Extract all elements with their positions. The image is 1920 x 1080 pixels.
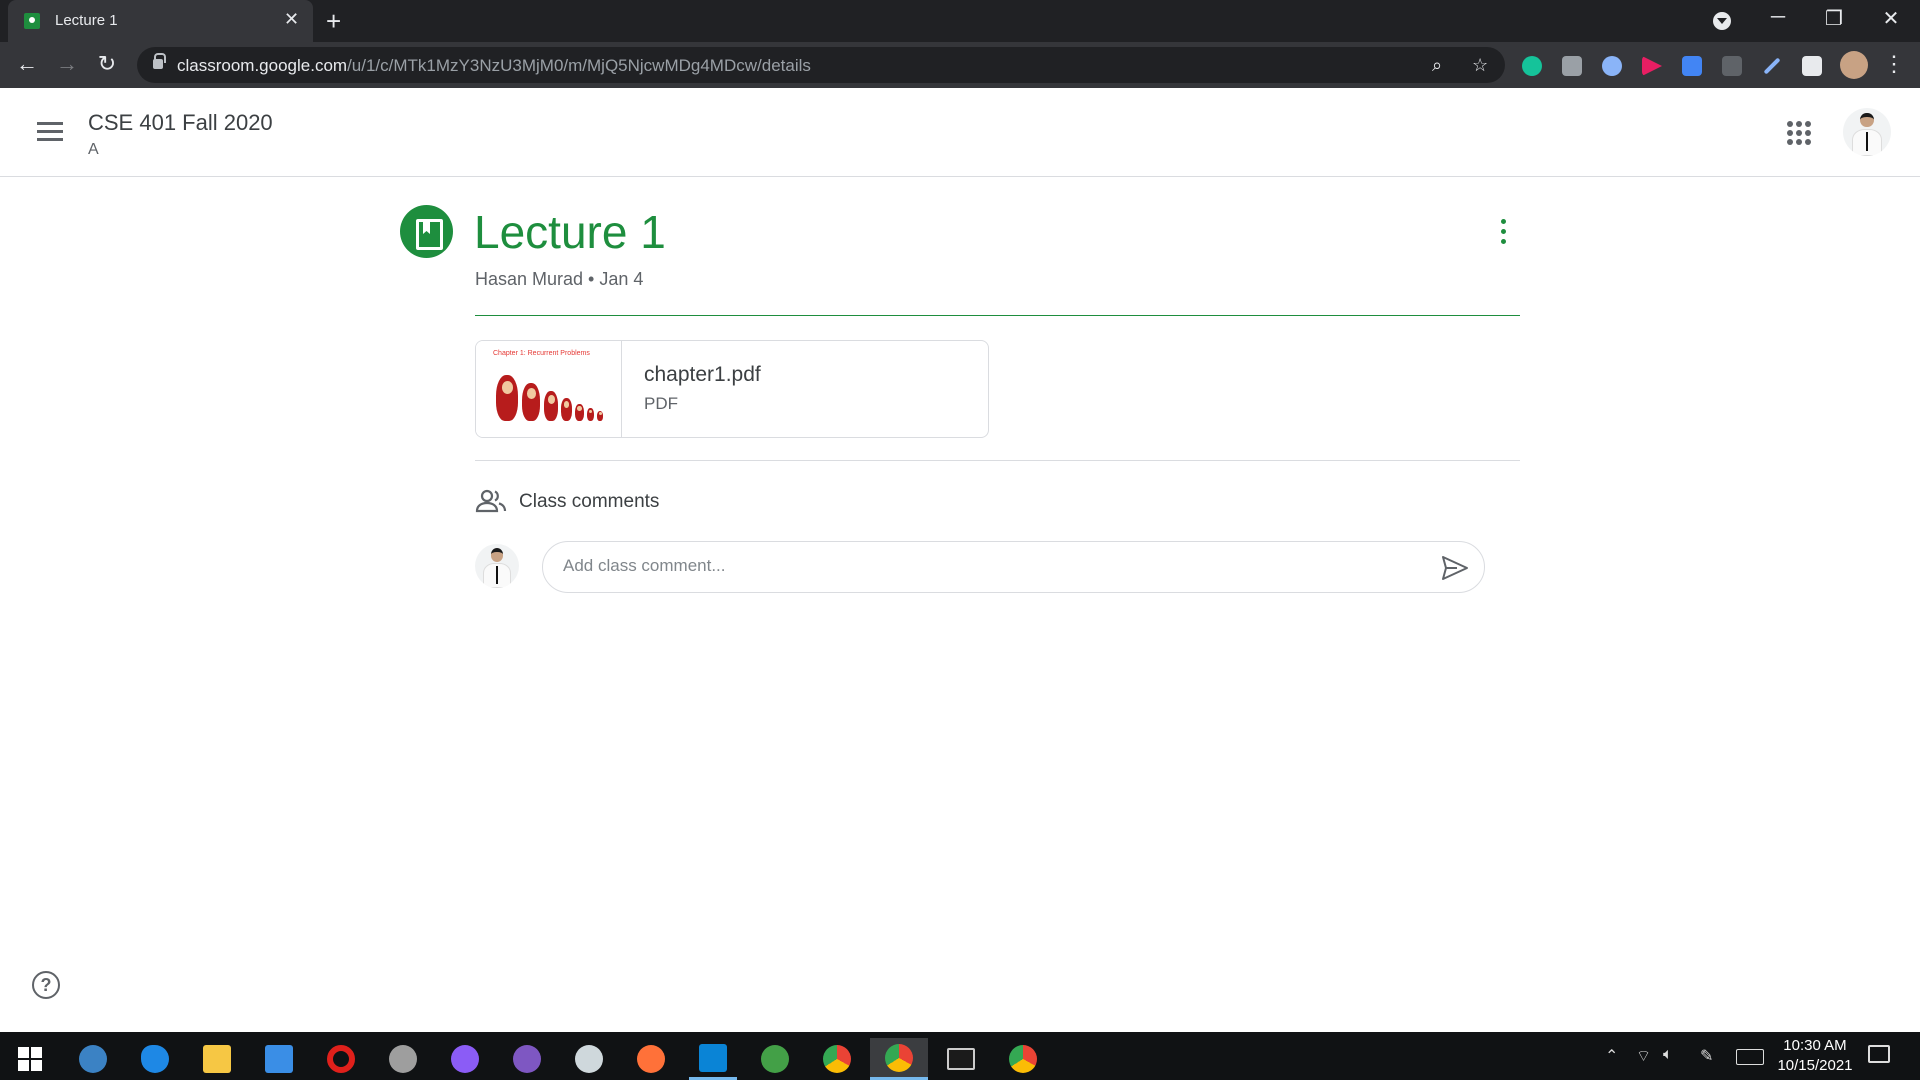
zoom-icon[interactable]: ⌕ <box>1432 55 1442 76</box>
chrome-menu-icon[interactable]: ⋮ <box>1880 51 1908 77</box>
reload-button[interactable]: ↻ <box>93 51 121 77</box>
help-icon[interactable]: ? <box>32 971 60 999</box>
app-icon[interactable] <box>379 1038 427 1080</box>
pen-extension-icon[interactable] <box>1763 57 1781 75</box>
account-avatar[interactable] <box>1843 108 1891 156</box>
classroom-header: CSE 401 Fall 2020 A <box>0 88 1920 177</box>
new-tab-button[interactable]: + <box>326 6 341 37</box>
chrome-icon[interactable] <box>813 1038 861 1080</box>
address-bar[interactable]: classroom.google.com/u/1/c/MTk1MzY3NzU3M… <box>137 47 1505 83</box>
doll-image <box>544 391 558 421</box>
browser-tabbar: Lecture 1 ✕ + ─ ❐ ✕ <box>0 0 1920 42</box>
qbittorrent-icon[interactable] <box>69 1038 117 1080</box>
doll-image <box>522 383 540 421</box>
attachment-type: PDF <box>644 394 678 413</box>
extension-icon[interactable] <box>1722 56 1742 76</box>
url-text[interactable]: classroom.google.com/u/1/c/MTk1MzY3NzU3M… <box>177 56 811 76</box>
show-hidden-icons-icon[interactable]: ⌃ <box>1605 1046 1618 1066</box>
doll-image <box>575 404 584 421</box>
chrome-icon[interactable] <box>870 1038 928 1080</box>
material-book-icon <box>400 205 453 258</box>
thumbnail-caption: Chapter 1: Recurrent Problems <box>493 350 590 357</box>
app-icon[interactable] <box>565 1038 613 1080</box>
edge-icon[interactable] <box>131 1038 179 1080</box>
minimize-button[interactable]: ─ <box>1758 6 1798 29</box>
tab-close-icon[interactable]: ✕ <box>284 9 299 30</box>
chrome-icon[interactable] <box>999 1038 1047 1080</box>
mail-icon[interactable] <box>255 1038 303 1080</box>
github-icon[interactable] <box>503 1038 551 1080</box>
extension-icon[interactable] <box>1602 56 1622 76</box>
pen-icon[interactable]: ✎ <box>1700 1046 1713 1066</box>
play-extension-icon[interactable] <box>1642 56 1662 76</box>
attachment-card[interactable]: Chapter 1: Recurrent Problems chapter1.p… <box>475 340 989 438</box>
attachment-thumbnail: Chapter 1: Recurrent Problems <box>476 341 622 437</box>
network-icon[interactable]: ⌔ <box>1636 1046 1651 1066</box>
comments-divider <box>475 460 1520 461</box>
windows-start-icon[interactable] <box>6 1038 54 1080</box>
vscode-icon[interactable] <box>689 1038 737 1080</box>
user-avatar <box>475 544 519 588</box>
class-title[interactable]: CSE 401 Fall 2020 <box>88 110 273 136</box>
app-icon[interactable] <box>751 1038 799 1080</box>
doll-image <box>587 408 594 421</box>
opera-icon[interactable] <box>317 1038 365 1080</box>
file-explorer-icon[interactable] <box>193 1038 241 1080</box>
notifications-icon[interactable] <box>1868 1045 1890 1063</box>
extensions-puzzle-icon[interactable] <box>1802 56 1822 76</box>
restore-button[interactable]: ❐ <box>1814 6 1854 31</box>
doll-image <box>597 411 603 421</box>
taskbar-clock[interactable]: 10:30 AM 10/15/2021 <box>1770 1036 1860 1076</box>
terminal-icon[interactable] <box>937 1038 985 1080</box>
volume-icon[interactable]: 🔈︎ <box>1663 1046 1673 1064</box>
more-options-icon[interactable] <box>1498 219 1508 247</box>
doll-image <box>561 398 572 421</box>
profile-avatar[interactable] <box>1840 51 1868 79</box>
clock-time: 10:30 AM <box>1783 1037 1847 1054</box>
messenger-icon[interactable] <box>441 1038 489 1080</box>
windows-taskbar: ⌃ ⌔ 🔈︎ ✎ <box>0 1032 1920 1080</box>
send-icon[interactable] <box>1441 555 1469 586</box>
close-window-button[interactable]: ✕ <box>1871 6 1911 31</box>
people-icon <box>475 489 507 513</box>
browser-tab[interactable]: Lecture 1 ✕ <box>8 0 313 42</box>
main-menu-icon[interactable] <box>37 122 63 146</box>
grammarly-extension-icon[interactable] <box>1522 56 1542 76</box>
back-button[interactable]: ← <box>13 51 41 77</box>
screenshot-extension-icon[interactable] <box>1562 56 1582 76</box>
clock-date: 10/15/2021 <box>1777 1057 1853 1074</box>
keyboard-icon[interactable] <box>1736 1049 1764 1065</box>
doll-image <box>496 375 518 421</box>
google-apps-icon[interactable] <box>1787 121 1811 145</box>
download-extension-icon[interactable] <box>1682 56 1702 76</box>
classroom-favicon-icon <box>24 13 40 29</box>
class-section: A <box>88 141 99 158</box>
firefox-icon[interactable] <box>627 1038 675 1080</box>
tab-search-icon[interactable] <box>1713 12 1731 30</box>
comment-box[interactable] <box>542 541 1485 593</box>
class-comments-label: Class comments <box>519 491 660 512</box>
tab-title: Lecture 1 <box>55 12 118 29</box>
class-comment-input[interactable] <box>563 556 1423 576</box>
post-meta: Hasan Murad • Jan 4 <box>475 269 644 289</box>
title-divider <box>475 315 1520 316</box>
forward-button[interactable]: → <box>53 51 81 77</box>
lock-icon[interactable] <box>153 53 166 69</box>
attachment-name[interactable]: chapter1.pdf <box>644 363 761 387</box>
bookmark-star-icon[interactable]: ☆ <box>1472 55 1488 76</box>
browser-toolbar: ← → ↻ classroom.google.com/u/1/c/MTk1MzY… <box>0 42 1920 88</box>
post-title: Lecture 1 <box>474 206 666 258</box>
